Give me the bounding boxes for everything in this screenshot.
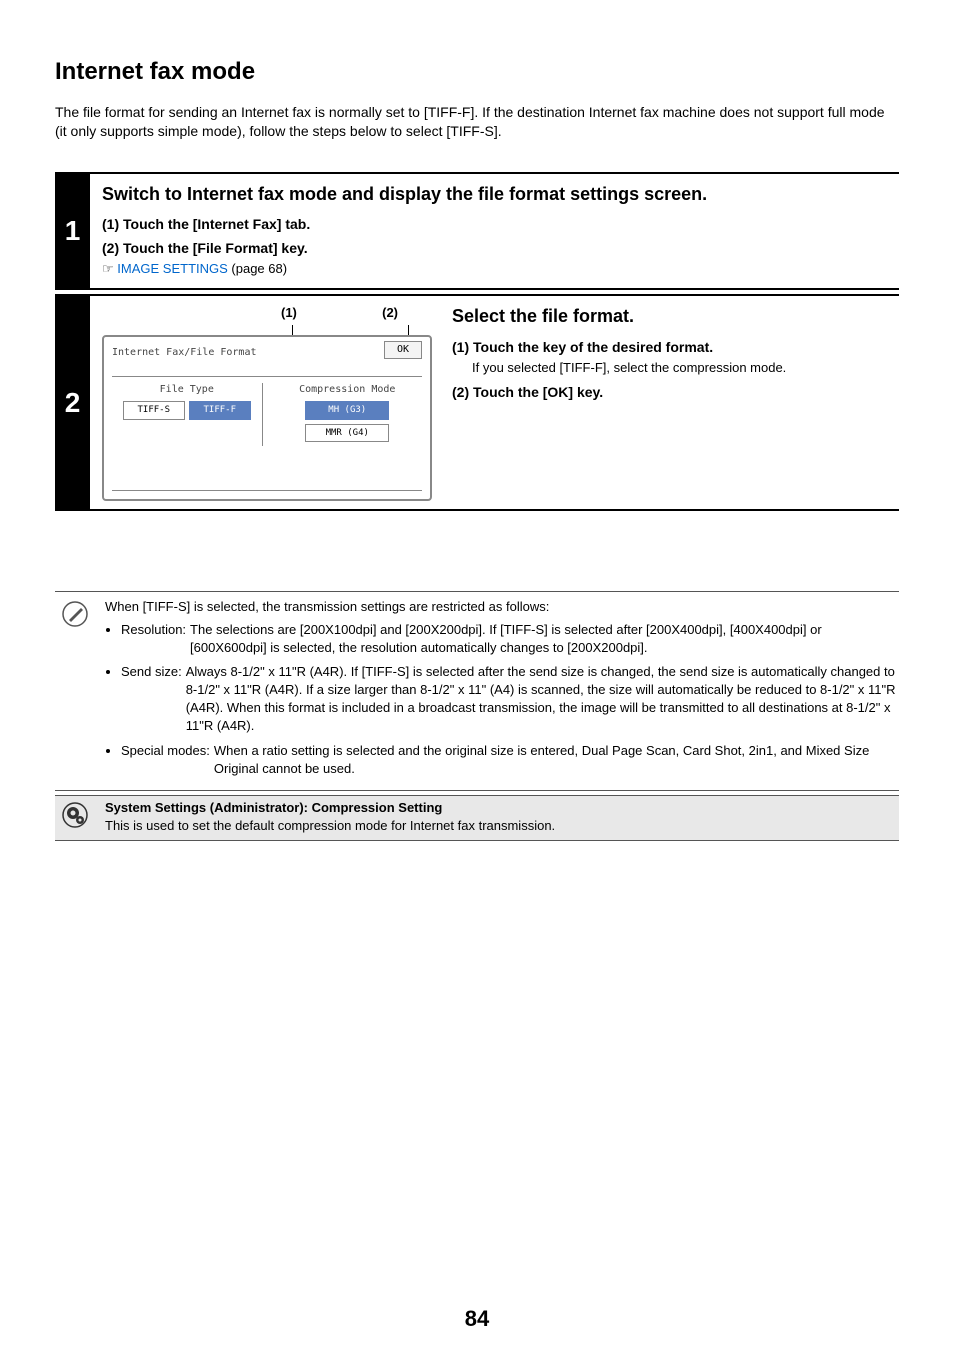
step1-sub1: (1) Touch the [Internet Fax] tab. xyxy=(102,215,899,235)
compression-mode-label: Compression Mode xyxy=(299,383,395,397)
settings-panel: Internet Fax/File Format OK File Type TI… xyxy=(102,335,432,502)
pencil-icon xyxy=(55,598,95,784)
note1-bullet-resolution: Resolution: The selections are [200X100d… xyxy=(121,621,899,657)
step1-heading: Switch to Internet fax mode and display … xyxy=(102,182,899,207)
admin-body: This is used to set the default compress… xyxy=(105,817,891,835)
step-number-1: 1 xyxy=(55,172,90,291)
step1-sub1-text: Touch the [Internet Fax] tab. xyxy=(123,216,310,232)
step2-sub1-num: (1) xyxy=(452,339,469,355)
step2-heading: Select the file format. xyxy=(452,304,899,329)
ok-button[interactable]: OK xyxy=(384,341,422,359)
note1-b1-label: Resolution: xyxy=(121,621,186,657)
image-settings-link[interactable]: IMAGE SETTINGS xyxy=(117,261,228,276)
note1-b3-label: Special modes: xyxy=(121,742,210,778)
tiff-s-button[interactable]: TIFF-S xyxy=(123,401,185,420)
file-type-label: File Type xyxy=(160,383,214,397)
note1-b1-body: The selections are [200X100dpi] and [200… xyxy=(190,621,899,657)
panel-screenshot: (1) (2) Internet Fax/File Format OK F xyxy=(102,304,432,501)
step-number-2: 2 xyxy=(55,294,90,511)
note1-b2-label: Send size: xyxy=(121,663,182,736)
step1-sub2: (2) Touch the [File Format] key. xyxy=(102,239,899,259)
step2-sub1-desc: If you selected [TIFF-F], select the com… xyxy=(472,359,899,377)
mmr-g4-button[interactable]: MMR (G4) xyxy=(305,424,389,443)
note1-bullet-specialmodes: Special modes: When a ratio setting is s… xyxy=(121,742,899,778)
panel-title: Internet Fax/File Format xyxy=(112,346,257,360)
note-box-restrictions: When [TIFF-S] is selected, the transmiss… xyxy=(55,591,899,791)
tiff-f-button[interactable]: TIFF-F xyxy=(189,401,251,420)
step1-pointer-line: ☞ IMAGE SETTINGS (page 68) xyxy=(102,260,899,278)
page-title: Internet fax mode xyxy=(55,55,899,89)
step2-sub2: (2) Touch the [OK] key. xyxy=(452,383,899,403)
note1-bullet-sendsize: Send size: Always 8-1/2" x 11"R (A4R). I… xyxy=(121,663,899,736)
note1-b2-body: Always 8-1/2" x 11"R (A4R). If [TIFF-S] … xyxy=(186,663,899,736)
mh-g3-button[interactable]: MH (G3) xyxy=(305,401,389,420)
admin-heading: System Settings (Administrator): Compres… xyxy=(105,799,891,817)
callout-1: (1) xyxy=(281,304,297,322)
callout-2: (2) xyxy=(382,304,398,322)
step-1: 1 Switch to Internet fax mode and displa… xyxy=(55,172,899,291)
step2-sub1: (1) Touch the key of the desired format. xyxy=(452,338,899,358)
gear-icon xyxy=(55,799,95,835)
step2-sub2-text: Touch the [OK] key. xyxy=(473,384,603,400)
step1-sub2-num: (2) xyxy=(102,240,119,256)
intro-text: The file format for sending an Internet … xyxy=(55,103,899,142)
step1-sub2-text: Touch the [File Format] key. xyxy=(123,240,308,256)
note1-b3-body: When a ratio setting is selected and the… xyxy=(214,742,899,778)
admin-note-box: System Settings (Administrator): Compres… xyxy=(55,795,899,841)
page-number: 84 xyxy=(465,1304,489,1335)
step2-sub1-text: Touch the key of the desired format. xyxy=(473,339,713,355)
pointer-icon: ☞ xyxy=(102,261,114,276)
step1-sub1-num: (1) xyxy=(102,216,119,232)
step-2: 2 (1) (2) Internet Fax/File Format OK xyxy=(55,294,899,511)
note1-intro: When [TIFF-S] is selected, the transmiss… xyxy=(105,598,899,616)
link-suffix: (page 68) xyxy=(228,261,287,276)
step2-sub2-num: (2) xyxy=(452,384,469,400)
